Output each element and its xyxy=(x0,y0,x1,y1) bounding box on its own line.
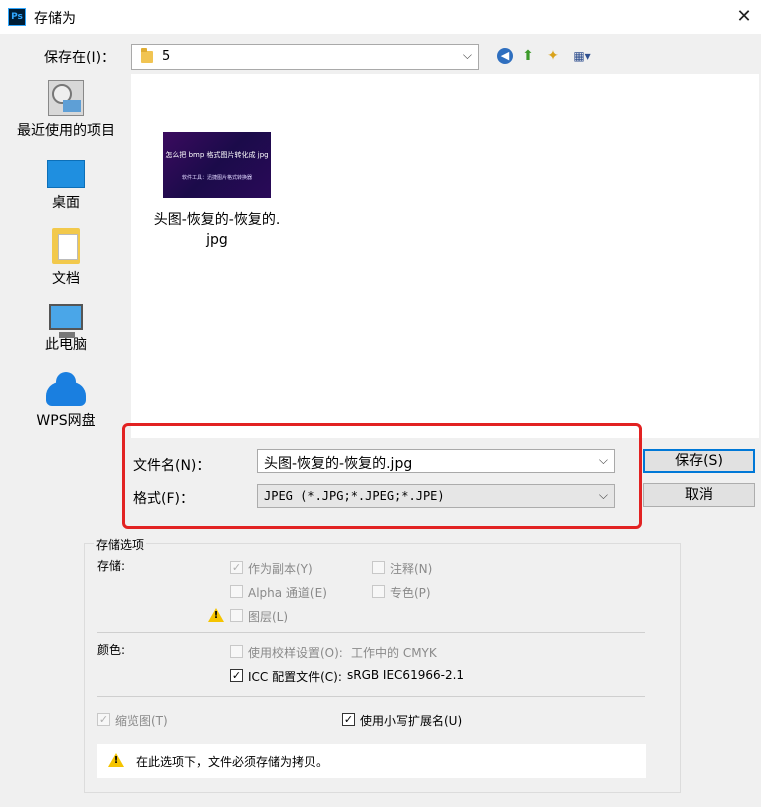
thumbnail-label: 缩览图(T) xyxy=(115,714,168,728)
save-in-dropdown[interactable]: 5 ⌵ xyxy=(131,44,479,70)
title-bar: Ps 存储为 ✕ xyxy=(0,0,761,34)
proof-setup-value: 工作中的 CMYK xyxy=(351,646,437,660)
thumbnail-subtitle: 软件工具：迅捷图片格式转换器 xyxy=(181,175,252,181)
thumbnail-checkbox[interactable]: ✓ xyxy=(97,713,110,726)
new-folder-button[interactable]: ✦ xyxy=(543,46,563,66)
spot-colors-label: 专色(P) xyxy=(390,586,431,600)
layers-label: 图层(L) xyxy=(248,610,289,624)
place-desktop[interactable]: 桌面 xyxy=(6,154,126,212)
alpha-channels-label: Alpha 通道(E) xyxy=(248,586,327,600)
place-recent[interactable]: 最近使用的项目 xyxy=(6,80,126,140)
storage-label: 存储: xyxy=(97,559,126,573)
place-wps-cloud[interactable]: WPS网盘 xyxy=(6,372,126,430)
divider xyxy=(97,696,645,697)
filename-value: 头图-恢复的-恢复的.jpg xyxy=(264,456,413,472)
this-pc-icon xyxy=(49,304,83,338)
desktop-icon xyxy=(47,160,85,188)
format-label: 格式(F)： xyxy=(133,491,194,507)
message-text: 在此选项下，文件必须存储为拷贝。 xyxy=(136,755,329,769)
proof-setup-label: 使用校样设置(O): xyxy=(248,646,343,660)
as-copy-checkbox[interactable]: ✓ xyxy=(230,561,243,574)
warning-mark: ! xyxy=(213,610,219,621)
places-bar: 最近使用的项目 桌面 文档 此电脑 WPS网盘 xyxy=(6,74,126,528)
highlight-annotation xyxy=(122,423,642,529)
format-value: JPEG (*.JPG;*.JPEG;*.JPE) xyxy=(264,489,445,503)
view-menu-button[interactable]: ▦▾ xyxy=(567,46,597,66)
as-copy-label: 作为副本(Y) xyxy=(248,562,313,576)
filename-input[interactable]: 头图-恢复的-恢复的.jpg ⌵ xyxy=(257,449,615,473)
chevron-down-icon: ⌵ xyxy=(598,488,608,502)
file-thumbnail: 怎么把 bmp 格式图片转化成 jpg 软件工具：迅捷图片格式转换器 xyxy=(163,132,271,198)
place-label: 最近使用的项目 xyxy=(17,123,115,139)
close-button[interactable]: ✕ xyxy=(731,4,757,30)
folder-icon xyxy=(141,48,153,63)
icc-profile-checkbox[interactable]: ✓ xyxy=(230,669,243,682)
file-item[interactable]: 怎么把 bmp 格式图片转化成 jpg 软件工具：迅捷图片格式转换器 头图-恢复… xyxy=(147,132,287,250)
file-name-line2: jpg xyxy=(206,232,228,248)
place-documents[interactable]: 文档 xyxy=(6,228,126,288)
chevron-down-icon[interactable]: ⌵ xyxy=(599,453,608,468)
format-dropdown[interactable]: JPEG (*.JPG;*.JPEG;*.JPE) ⌵ xyxy=(257,484,615,508)
view-menu-arrow-icon: ▾ xyxy=(584,49,591,63)
save-button[interactable]: 保存(S) xyxy=(643,449,755,473)
cancel-button[interactable]: 取消 xyxy=(643,483,755,507)
place-label: WPS网盘 xyxy=(36,413,96,429)
warning-mark: ! xyxy=(113,755,119,766)
file-name-line1: 头图-恢复的-恢复的. xyxy=(153,212,281,228)
notes-checkbox[interactable] xyxy=(372,561,385,574)
back-button[interactable]: ◀ xyxy=(497,48,513,64)
place-label: 桌面 xyxy=(52,195,80,211)
layers-checkbox[interactable] xyxy=(230,609,243,622)
up-folder-button[interactable]: ⬆ xyxy=(518,46,538,66)
proof-setup-checkbox[interactable] xyxy=(230,645,243,658)
lowercase-extension-label: 使用小写扩展名(U) xyxy=(360,714,463,728)
place-label: 文档 xyxy=(52,271,80,287)
file-list[interactable]: 怎么把 bmp 格式图片转化成 jpg 软件工具：迅捷图片格式转换器 头图-恢复… xyxy=(131,74,759,438)
notes-label: 注释(N) xyxy=(390,562,433,576)
thumbnail-title: 怎么把 bmp 格式图片转化成 jpg xyxy=(165,151,269,159)
save-options-title: 存储选项 xyxy=(94,536,147,553)
divider xyxy=(97,632,645,633)
icc-profile-label: ICC 配置文件(C): xyxy=(248,670,342,684)
place-this-pc[interactable]: 此电脑 xyxy=(6,300,126,354)
spot-colors-checkbox[interactable] xyxy=(372,585,385,598)
save-in-value: 5 xyxy=(162,49,171,64)
wps-cloud-icon xyxy=(46,372,86,406)
chevron-down-icon: ⌵ xyxy=(462,48,472,62)
save-in-label: 保存在(I)： xyxy=(44,50,116,66)
filename-label: 文件名(N)： xyxy=(133,458,211,474)
alpha-channels-checkbox[interactable] xyxy=(230,585,243,598)
icc-profile-value: sRGB IEC61966-2.1 xyxy=(347,668,465,682)
color-label: 颜色: xyxy=(97,643,126,657)
photoshop-app-icon: Ps xyxy=(8,8,26,26)
documents-icon xyxy=(52,228,80,264)
recent-places-icon xyxy=(48,80,84,116)
file-name: 头图-恢复的-恢复的. jpg xyxy=(147,210,287,250)
dialog-title: 存储为 xyxy=(34,11,76,27)
lowercase-extension-checkbox[interactable]: ✓ xyxy=(342,713,355,726)
